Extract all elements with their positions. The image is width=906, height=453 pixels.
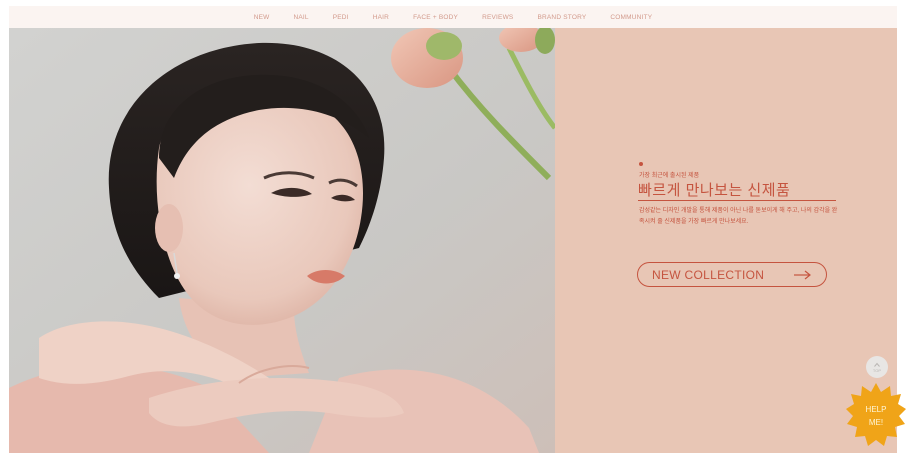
- headline-underline: [638, 200, 836, 201]
- promo-headline: 빠르게 만나보는 신제품: [638, 182, 791, 199]
- nav-item-nail[interactable]: NAIL: [293, 14, 308, 21]
- scroll-top-label: TOP: [872, 367, 882, 373]
- accent-dot: [639, 162, 643, 166]
- arrow-right-icon: [794, 270, 811, 279]
- nav-item-new[interactable]: NEW: [254, 14, 270, 21]
- new-collection-button[interactable]: NEW COLLECTION: [637, 262, 827, 287]
- help-line-1: HELP: [865, 405, 887, 414]
- nav-item-face-body[interactable]: FACE + BODY: [413, 14, 458, 21]
- help-me-text: HELP ME!: [846, 403, 906, 429]
- nav-item-community[interactable]: COMMUNITY: [610, 14, 652, 21]
- promo-description: 감성같는 디자인 개발을 통해 제품이 아닌 나를 돋보이게 해 주고, 나의 …: [639, 208, 838, 225]
- nav-item-hair[interactable]: HAIR: [373, 14, 389, 21]
- hero-image: [9, 28, 555, 453]
- new-collection-label: NEW COLLECTION: [652, 267, 765, 282]
- top-navigation: NEW NAIL PEDI HAIR FACE + BODY REVIEWS B…: [9, 6, 897, 28]
- nav-item-brand-story[interactable]: BRAND STORY: [537, 14, 586, 21]
- page: NEW NAIL PEDI HAIR FACE + BODY REVIEWS B…: [0, 0, 906, 453]
- help-me-button[interactable]: HELP ME!: [846, 383, 906, 447]
- nav-item-pedi[interactable]: PEDI: [333, 14, 349, 21]
- hero-illustration: [9, 28, 555, 453]
- help-line-2: ME!: [868, 418, 884, 427]
- promo-kicker: 가장 최근에 출시된 제품: [639, 173, 700, 179]
- nav-item-reviews[interactable]: REVIEWS: [482, 14, 513, 21]
- scroll-top-button[interactable]: TOP: [866, 356, 888, 378]
